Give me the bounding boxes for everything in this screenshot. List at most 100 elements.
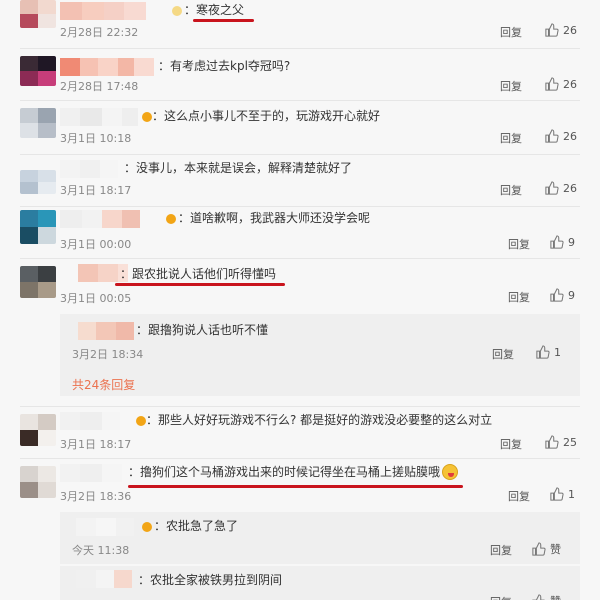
reply-button[interactable]: 回复 bbox=[490, 542, 512, 558]
thumbs-up-icon bbox=[545, 435, 559, 449]
vip-badge-icon bbox=[166, 214, 176, 224]
reply-button[interactable]: 回复 bbox=[508, 488, 530, 504]
like-label: 赞 bbox=[550, 593, 561, 600]
like-count: 26 bbox=[563, 77, 577, 91]
thumbs-up-icon bbox=[545, 181, 559, 195]
avatar[interactable] bbox=[20, 108, 56, 138]
thumbs-up-icon bbox=[550, 288, 564, 302]
reply-time: 今天 11:38 bbox=[72, 544, 130, 557]
reply-button[interactable]: 回复 bbox=[500, 78, 522, 94]
thumbs-up-icon bbox=[532, 594, 545, 600]
comment-text: ：那些人好好玩游戏不行么? 都是挺好的游戏没必要整的这么对立 bbox=[146, 413, 493, 427]
comment-text: ：跟农批说人话他们听得懂吗 bbox=[120, 267, 277, 281]
username[interactable] bbox=[60, 412, 120, 430]
username[interactable] bbox=[76, 570, 132, 588]
reply-time: 3月2日 18:34 bbox=[72, 348, 144, 361]
username[interactable] bbox=[60, 108, 138, 126]
thumbs-up-icon bbox=[532, 542, 546, 556]
avatar[interactable] bbox=[20, 266, 56, 298]
username[interactable] bbox=[60, 160, 118, 178]
thumbs-up-icon bbox=[550, 235, 564, 249]
thumbs-up-icon bbox=[545, 129, 559, 143]
thumbs-up-icon bbox=[545, 23, 559, 37]
comment-text: ：这么点小事儿不至于的，玩游戏开心就好 bbox=[152, 109, 381, 123]
reply-button[interactable]: 回复 bbox=[490, 594, 512, 600]
comment-time: 3月2日 18:36 bbox=[60, 490, 132, 503]
thumbs-up-icon bbox=[550, 487, 564, 501]
comment-time: 3月1日 18:17 bbox=[60, 184, 132, 197]
like-button[interactable]: 9 bbox=[550, 235, 575, 249]
like-count: 9 bbox=[568, 288, 575, 302]
comment-item: ：这么点小事儿不至于的，玩游戏开心就好 3月1日 10:18 回复 26 bbox=[0, 100, 600, 154]
like-count: 9 bbox=[568, 235, 575, 249]
comment-time: 3月1日 10:18 bbox=[60, 132, 132, 145]
reply-text: ：跟撸狗说人话也听不懂 bbox=[136, 323, 269, 337]
like-count: 1 bbox=[568, 487, 575, 501]
reply-button[interactable]: 回复 bbox=[492, 346, 514, 362]
comment-time: 3月1日 18:17 bbox=[60, 438, 132, 451]
red-underline-annotation bbox=[128, 485, 463, 488]
like-button[interactable]: 26 bbox=[545, 23, 577, 37]
like-button[interactable]: 赞 bbox=[532, 541, 561, 557]
like-button[interactable]: 9 bbox=[550, 288, 575, 302]
reply-button[interactable]: 回复 bbox=[500, 24, 522, 40]
more-replies-link[interactable]: 共24条回复 bbox=[72, 376, 135, 393]
thumbs-up-icon bbox=[545, 77, 559, 91]
avatar[interactable] bbox=[20, 170, 56, 194]
like-button[interactable]: 26 bbox=[545, 129, 577, 143]
reply-button[interactable]: 回复 bbox=[508, 289, 530, 305]
comment-item: ：没事儿，本来就是误会，解释清楚就好了 3月1日 18:17 回复 26 bbox=[0, 154, 600, 206]
reply-box: ：农批急了急了 今天 11:38 回复 赞 bbox=[60, 512, 580, 564]
comment-text: ：有考虑过去kpl夺冠吗? bbox=[158, 59, 291, 73]
comment-item: ：那些人好好玩游戏不行么? 都是挺好的游戏没必要整的这么对立 3月1日 18:1… bbox=[0, 406, 600, 458]
like-count: 26 bbox=[563, 23, 577, 37]
reply-text: ：农批全家被铁男拉到阴间 bbox=[138, 573, 283, 587]
like-label: 赞 bbox=[550, 543, 561, 556]
avatar[interactable] bbox=[20, 466, 56, 498]
like-count: 26 bbox=[563, 181, 577, 195]
grinning-emoji-icon bbox=[442, 464, 458, 480]
avatar[interactable] bbox=[20, 56, 56, 86]
avatar[interactable] bbox=[20, 0, 56, 28]
like-count: 25 bbox=[563, 435, 577, 449]
reply-button[interactable]: 回复 bbox=[500, 130, 522, 146]
vip-badge-icon bbox=[172, 6, 182, 16]
thumbs-up-icon bbox=[536, 345, 550, 359]
like-button[interactable]: 1 bbox=[550, 487, 575, 501]
red-underline-annotation bbox=[193, 19, 254, 22]
comment-item: ：有考虑过去kpl夺冠吗? 2月28日 17:48 回复 26 bbox=[0, 48, 600, 100]
like-button[interactable]: 26 bbox=[545, 77, 577, 91]
reply-button[interactable]: 回复 bbox=[508, 236, 530, 252]
avatar[interactable] bbox=[20, 414, 56, 446]
username[interactable] bbox=[60, 464, 122, 482]
vip-badge-icon bbox=[142, 522, 152, 532]
comment-text: ：撸狗们这个马桶游戏出来的时候记得坐在马桶上搓贴膜哦 bbox=[128, 465, 441, 479]
reply-button[interactable]: 回复 bbox=[500, 436, 522, 452]
username[interactable] bbox=[60, 210, 140, 228]
username[interactable] bbox=[76, 518, 134, 536]
username[interactable] bbox=[78, 322, 134, 340]
comment-time: 3月1日 00:00 bbox=[60, 238, 132, 251]
like-button[interactable]: 赞 bbox=[532, 593, 561, 600]
comment-item: ：寒夜之父 2月28日 22:32 回复 26 bbox=[0, 0, 600, 48]
avatar[interactable] bbox=[20, 210, 56, 244]
vip-badge-icon bbox=[142, 112, 152, 122]
comment-time: 2月28日 22:32 bbox=[60, 26, 139, 39]
like-count: 1 bbox=[554, 345, 561, 359]
username[interactable] bbox=[60, 2, 146, 20]
comment-time: 2月28日 17:48 bbox=[60, 80, 139, 93]
like-button[interactable]: 1 bbox=[536, 345, 561, 359]
like-button[interactable]: 25 bbox=[545, 435, 577, 449]
reply-box: ：农批全家被铁男拉到阴间 回复 赞 bbox=[60, 566, 580, 600]
like-count: 26 bbox=[563, 129, 577, 143]
like-button[interactable]: 26 bbox=[545, 181, 577, 195]
reply-box: ：跟撸狗说人话也听不懂 3月2日 18:34 回复 1 共24条回复 bbox=[60, 314, 580, 396]
comment-item: ：撸狗们这个马桶游戏出来的时候记得坐在马桶上搓贴膜哦 3月2日 18:36 回复… bbox=[0, 458, 600, 510]
reply-button[interactable]: 回复 bbox=[500, 182, 522, 198]
comment-time: 3月1日 00:05 bbox=[60, 292, 132, 305]
username[interactable] bbox=[60, 58, 154, 76]
comment-item: ：跟农批说人话他们听得懂吗 3月1日 00:05 回复 9 bbox=[0, 258, 600, 312]
comment-text: ：寒夜之父 bbox=[184, 3, 245, 17]
reply-text: ：农批急了急了 bbox=[154, 519, 239, 533]
comment-item: ：道啥歉啊，我武器大师还没学会呢 3月1日 00:00 回复 9 bbox=[0, 206, 600, 258]
